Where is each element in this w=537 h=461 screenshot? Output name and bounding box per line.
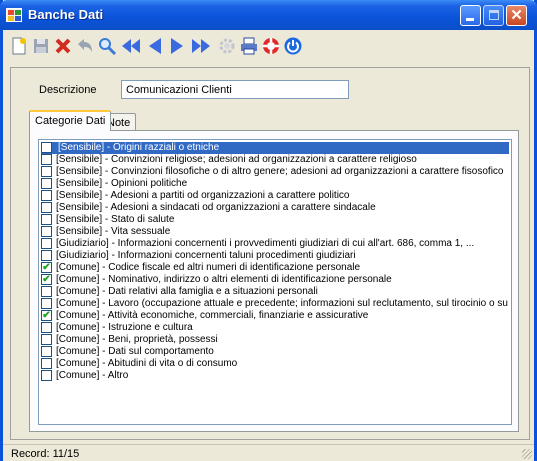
record-status: Record: 11/15 (11, 448, 80, 460)
list-item-label: [Sensibile] - Origini razziali o etniche (58, 142, 220, 153)
list-item-label: [Comune] - Codice fiscale ed altri numer… (56, 262, 361, 273)
description-input[interactable] (121, 80, 349, 99)
list-item[interactable]: [Comune] - Lavoro (occupazione attuale e… (41, 298, 509, 310)
list-item[interactable]: [Comune] - Abitudini di vita o di consum… (41, 358, 509, 370)
list-item[interactable]: [Sensibile] - Adesioni a sindacati od or… (41, 202, 509, 214)
checkbox-unchecked[interactable] (41, 334, 52, 345)
list-item[interactable]: ✔ [Comune] - Codice fiscale ed altri nume… (41, 262, 509, 274)
settings-icon[interactable] (217, 36, 237, 56)
delete-icon[interactable] (53, 36, 73, 56)
previous-record-icon[interactable] (145, 36, 165, 56)
list-item[interactable]: [Sensibile] - Vita sessuale (41, 226, 509, 238)
tab-categorie-dati[interactable]: Categorie Dati (29, 110, 112, 131)
checkbox-unchecked[interactable] (41, 322, 52, 333)
tab-content: [Sensibile] - Origini razziali o etniche… (29, 130, 519, 432)
first-record-icon[interactable] (120, 36, 140, 56)
checkbox-unchecked[interactable] (41, 214, 52, 225)
checkbox-unchecked[interactable] (41, 142, 52, 153)
list-item[interactable]: [Comune] - Istruzione e cultura (41, 322, 509, 334)
list-item-label: [Comune] - Abitudini di vita o di consum… (56, 358, 238, 369)
list-item[interactable]: [Comune] - Beni, proprietà, possessi (41, 334, 509, 346)
checkbox-checked[interactable]: ✔ (41, 262, 52, 273)
save-icon[interactable] (31, 36, 51, 56)
list-item-label: [Sensibile] - Convinzioni religiose; ade… (56, 154, 417, 165)
list-item-label: [Sensibile] - Opinioni politiche (56, 178, 188, 189)
checkbox-unchecked[interactable] (41, 286, 52, 297)
checkbox-checked[interactable]: ✔ (41, 310, 52, 321)
list-item[interactable]: [Giudiziario] - Informazioni concernenti… (41, 250, 509, 262)
list-item[interactable]: [Comune] - Altro (41, 370, 509, 382)
list-item-label: [Sensibile] - Adesioni a partiti od orga… (56, 190, 350, 201)
list-item-label: [Sensibile] - Stato di salute (56, 214, 175, 225)
list-item[interactable]: [Giudiziario] - Informazioni concernenti… (41, 238, 509, 250)
checkbox-unchecked[interactable] (41, 154, 52, 165)
list-item-label: [Comune] - Istruzione e cultura (56, 322, 193, 333)
minimize-button[interactable] (460, 5, 481, 26)
power-icon[interactable] (283, 36, 303, 56)
checkbox-checked[interactable]: ✔ (41, 274, 52, 285)
list-item-label: [Comune] - Lavoro (occupazione attuale e… (56, 298, 508, 309)
list-item[interactable]: ✔ [Comune] - Attività economiche, commerc… (41, 310, 509, 322)
list-item-label: [Comune] - Altro (56, 370, 129, 381)
list-item[interactable]: [Sensibile] - Opinioni politiche (41, 178, 509, 190)
next-record-icon[interactable] (167, 36, 187, 56)
resize-grip-icon[interactable] (522, 449, 532, 459)
checkbox-unchecked[interactable] (41, 190, 52, 201)
checkbox-unchecked[interactable] (41, 298, 52, 309)
window-title: Banche Dati (28, 7, 104, 22)
list-item[interactable]: [Comune] - Dati sul comportamento (41, 346, 509, 358)
list-item[interactable]: [Comune] - Dati relativi alla famiglia e… (41, 286, 509, 298)
checkbox-unchecked[interactable] (41, 178, 52, 189)
list-item-label: [Comune] - Dati relativi alla famiglia e… (56, 286, 318, 297)
list-item-label: [Comune] - Nominativo, indirizzo o altri… (56, 274, 392, 285)
list-item[interactable]: [Sensibile] - Adesioni a partiti od orga… (41, 190, 509, 202)
list-item[interactable]: ✔ [Comune] - Nominativo, indirizzo o altr… (41, 274, 509, 286)
main-panel: Descrizione Categorie Dati Note [Sensibi… (10, 67, 530, 440)
close-icon: ✕ (510, 7, 523, 24)
list-item-label: [Comune] - Attività economiche, commerci… (56, 310, 369, 321)
list-item-label: [Comune] - Dati sul comportamento (56, 346, 214, 357)
checkbox-unchecked[interactable] (41, 202, 52, 213)
checkbox-unchecked[interactable] (41, 346, 52, 357)
checkbox-unchecked[interactable] (41, 250, 52, 261)
list-item-label: [Giudiziario] - Informazioni concernenti… (56, 238, 475, 249)
toolbar (7, 36, 532, 60)
list-item-label: [Sensibile] - Convinzioni filosofiche o … (56, 166, 504, 177)
maximize-icon (489, 10, 499, 20)
list-item-label: [Sensibile] - Vita sessuale (56, 226, 171, 237)
title-bar[interactable]: Banche Dati ✕ (0, 0, 537, 30)
categories-checklist[interactable]: [Sensibile] - Origini razziali o etniche… (38, 139, 512, 425)
help-icon[interactable] (261, 36, 281, 56)
checkbox-unchecked[interactable] (41, 238, 52, 249)
list-item[interactable]: [Sensibile] - Convinzioni religiose; ade… (41, 154, 509, 166)
close-button[interactable]: ✕ (506, 5, 527, 26)
description-label: Descrizione (39, 84, 97, 96)
checkbox-unchecked[interactable] (41, 370, 52, 381)
list-item-label: [Sensibile] - Adesioni a sindacati od or… (56, 202, 376, 213)
main-window: Banche Dati ✕ Descrizione Comunicazioni … (0, 0, 537, 461)
status-bar: Record: 11/15 (3, 444, 534, 461)
maximize-button[interactable] (483, 5, 504, 26)
list-item-label: [Giudiziario] - Informazioni concernenti… (56, 250, 356, 261)
list-item[interactable]: [Sensibile] - Origini razziali o etniche (41, 142, 509, 154)
checkbox-unchecked[interactable] (41, 226, 52, 237)
print-icon[interactable] (239, 36, 259, 56)
list-item[interactable]: [Sensibile] - Stato di salute (41, 214, 509, 226)
last-record-icon[interactable] (190, 36, 210, 56)
list-item-label: [Comune] - Beni, proprietà, possessi (56, 334, 218, 345)
database-app-icon (6, 8, 22, 22)
checkbox-unchecked[interactable] (41, 358, 52, 369)
checkbox-unchecked[interactable] (41, 166, 52, 177)
search-icon[interactable] (97, 36, 117, 56)
list-item[interactable]: [Sensibile] - Convinzioni filosofiche o … (41, 166, 509, 178)
undo-icon[interactable] (75, 36, 95, 56)
new-icon[interactable] (9, 36, 29, 56)
minimize-icon (466, 18, 474, 21)
